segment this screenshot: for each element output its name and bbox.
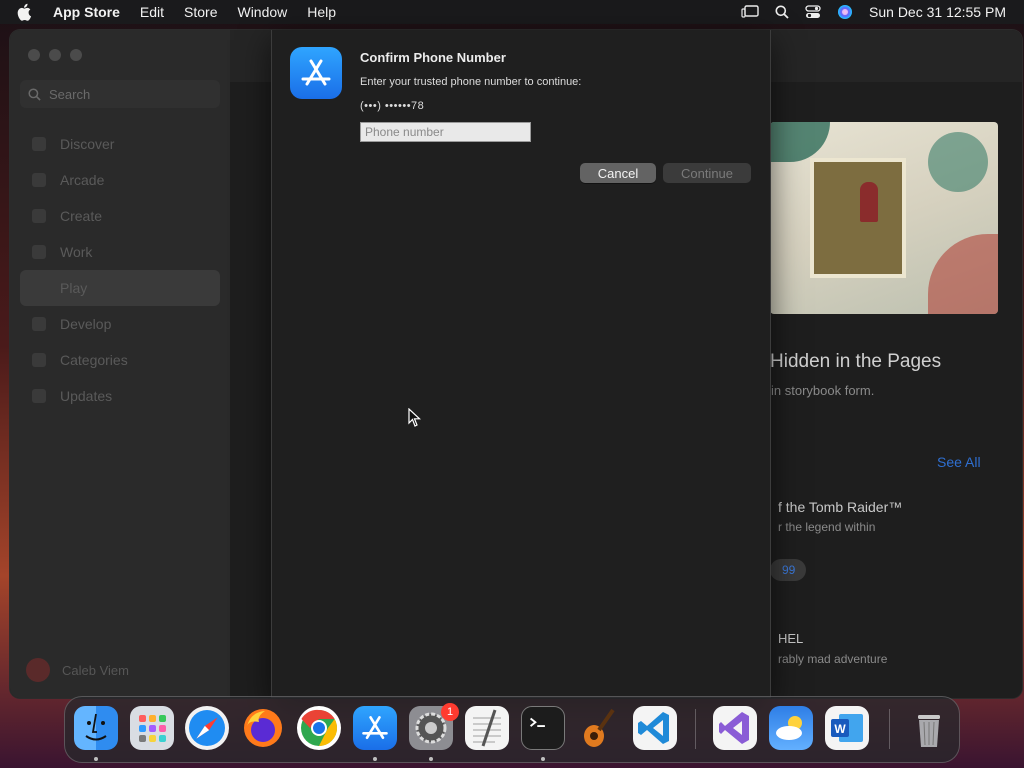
play-icon (32, 281, 46, 295)
phone-number-input[interactable] (360, 122, 531, 142)
menu-store[interactable]: Store (184, 4, 217, 20)
user-name: Caleb Viem (62, 662, 129, 678)
zoom-window-button[interactable] (70, 49, 82, 61)
masked-phone-number: (•••) ••••••78 (360, 100, 425, 112)
work-icon (32, 245, 46, 259)
menu-help[interactable]: Help (307, 4, 336, 20)
siri-icon[interactable] (837, 4, 853, 20)
game-subtitle: rably mad adventure (778, 652, 888, 666)
hero-art-swirl (770, 122, 830, 162)
search-icon (28, 87, 41, 101)
dock: 1 W (64, 696, 960, 763)
app-store-icon (290, 47, 342, 99)
sidebar-item-label: Updates (60, 388, 113, 404)
dialog-title: Confirm Phone Number (360, 50, 506, 65)
safari-icon[interactable] (185, 706, 229, 750)
sidebar-item-label: Discover (60, 136, 115, 152)
sidebar-item-label: Play (60, 280, 88, 296)
sidebar-item-play[interactable]: Play (20, 270, 220, 306)
app-store-dock-icon[interactable] (353, 706, 397, 750)
sidebar-item-label: Categories (60, 352, 128, 368)
sidebar-item-create[interactable]: Create (20, 198, 220, 234)
chrome-icon[interactable] (297, 706, 341, 750)
running-indicator (429, 757, 433, 761)
sidebar-item-discover[interactable]: Discover (20, 126, 220, 162)
weather-icon[interactable] (769, 706, 813, 750)
menu-window[interactable]: Window (237, 4, 287, 20)
hero-art-swirl (928, 132, 988, 192)
notification-badge: 1 (441, 703, 459, 721)
hero-title[interactable]: Hidden in the Pages (770, 351, 941, 373)
menu-clock[interactable]: Sun Dec 31 12:55 PM (869, 4, 1006, 20)
sidebar-item-arcade[interactable]: Arcade (20, 162, 220, 198)
textedit-icon[interactable] (465, 706, 509, 750)
sidebar-item-updates[interactable]: Updates (20, 378, 220, 414)
close-window-button[interactable] (28, 49, 40, 61)
sidebar-search[interactable]: Search (20, 80, 220, 108)
develop-icon (32, 317, 46, 331)
window-controls (28, 49, 82, 61)
search-placeholder: Search (49, 86, 91, 102)
game-title[interactable]: HEL (778, 631, 803, 646)
menu-edit[interactable]: Edit (140, 4, 164, 20)
sidebar-item-label: Develop (60, 316, 112, 332)
dialog-message: Enter your trusted phone number to conti… (360, 76, 582, 88)
trash-icon[interactable] (907, 706, 951, 750)
word-icon[interactable]: W (825, 706, 869, 750)
sidebar-item-categories[interactable]: Categories (20, 342, 220, 378)
game-title[interactable]: f the Tomb Raider™ (778, 499, 902, 515)
finder-icon[interactable] (74, 706, 118, 750)
price-button[interactable]: 99 (770, 559, 806, 581)
categories-icon (32, 353, 46, 367)
avatar (26, 658, 50, 682)
running-indicator (541, 757, 545, 761)
updates-icon (32, 389, 46, 403)
spotlight-search-icon[interactable] (775, 5, 789, 19)
sidebar-item-work[interactable]: Work (20, 234, 220, 270)
visual-studio-icon[interactable] (713, 706, 757, 750)
confirm-phone-sheet: Confirm Phone Number Enter your trusted … (271, 30, 771, 698)
hero-art-figure (860, 182, 878, 222)
arcade-icon (32, 173, 46, 187)
stage-manager-icon[interactable] (741, 5, 759, 19)
sidebar-nav: Discover Arcade Create Work Play Develop… (20, 126, 220, 414)
hero-artwork[interactable] (770, 122, 998, 314)
create-icon (32, 209, 46, 223)
terminal-icon[interactable] (521, 706, 565, 750)
dock-separator (889, 709, 890, 749)
hero-art-frame (810, 158, 906, 278)
menu-app-name[interactable]: App Store (53, 4, 120, 20)
running-indicator (373, 757, 377, 761)
account-button[interactable]: Caleb Viem (26, 658, 129, 682)
discover-icon (32, 137, 46, 151)
sidebar-item-develop[interactable]: Develop (20, 306, 220, 342)
vscode-icon[interactable] (633, 706, 677, 750)
control-center-icon[interactable] (805, 5, 821, 19)
word-logo-letter: W (834, 722, 846, 736)
see-all-link[interactable]: See All (937, 454, 981, 470)
hero-subtitle: in storybook form. (771, 383, 875, 398)
dock-separator (695, 709, 696, 749)
game-subtitle: r the legend within (778, 520, 876, 534)
sidebar-item-label: Arcade (60, 172, 105, 188)
sidebar-item-label: Work (60, 244, 93, 260)
cancel-button[interactable]: Cancel (580, 163, 656, 183)
hero-art-swirl (928, 234, 998, 314)
running-indicator (94, 757, 98, 761)
firefox-icon[interactable] (241, 706, 285, 750)
continue-button[interactable]: Continue (663, 163, 751, 183)
garageband-icon[interactable] (577, 706, 621, 750)
apple-menu-icon[interactable] (17, 3, 37, 21)
launchpad-icon[interactable] (130, 706, 174, 750)
minimize-window-button[interactable] (49, 49, 61, 61)
mouse-cursor-icon (408, 407, 422, 433)
sidebar-item-label: Create (60, 208, 103, 224)
sidebar: Search Discover Arcade Create Work Play … (10, 30, 230, 698)
menu-bar: App Store Edit Store Window Help Sun Dec… (0, 0, 1024, 24)
